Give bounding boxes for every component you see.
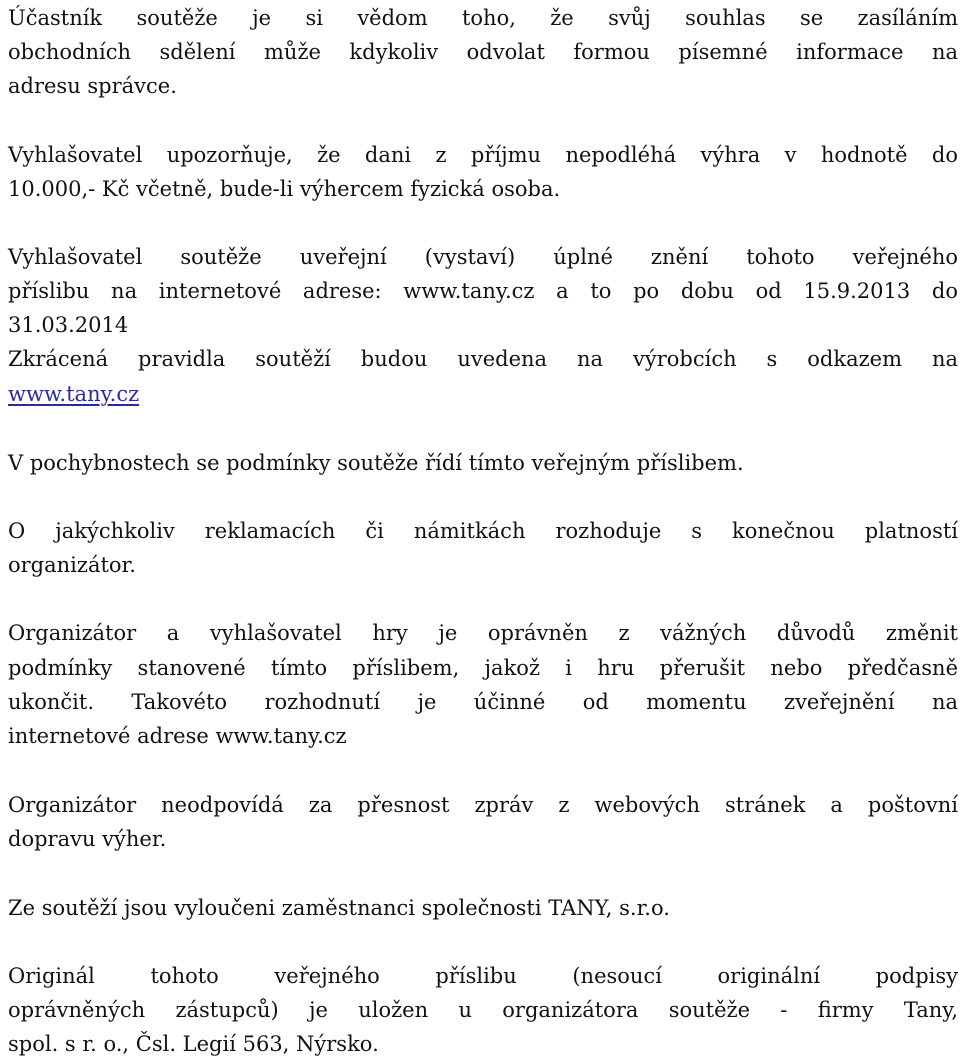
- text-line: ukončit. Takovéto rozhodnutí je účinné o…: [8, 690, 958, 714]
- tany-website-link[interactable]: www.tany.cz: [8, 382, 139, 406]
- text-line: příslibu na internetové adrese: www.tany…: [8, 279, 958, 303]
- text-line: V pochybnostech se podmínky soutěže řídí…: [8, 451, 744, 475]
- text-line: Ze soutěží jsou vyloučeni zaměstnanci sp…: [8, 896, 670, 920]
- text-line: O jakýchkoliv reklamacích či námitkách r…: [8, 519, 958, 543]
- text-line: Originál tohoto veřejného příslibu (neso…: [8, 964, 958, 988]
- text-line: podmínky stanovené tímto příslibem, jako…: [8, 656, 958, 680]
- text-line: Účastník soutěže je si vědom toho, že sv…: [8, 6, 958, 30]
- text-line: Zkrácená pravidla soutěží budou uvedena …: [8, 347, 958, 371]
- text-line: www.tany.cz: [8, 377, 139, 411]
- text-line: 31.03.2014: [8, 313, 129, 337]
- text-line: organizátor.: [8, 553, 136, 577]
- text-line: 10.000,- Kč včetně, bude-li výhercem fyz…: [8, 177, 561, 201]
- text-line: adresu správce.: [8, 74, 177, 98]
- text-line: oprávněných zástupců) je uložen u organi…: [8, 998, 958, 1022]
- text-line: Organizátor a vyhlašovatel hry je oprávn…: [8, 621, 958, 645]
- text-line: internetové adrese www.tany.cz: [8, 724, 347, 748]
- text-line: obchodních sdělení může kdykoliv odvolat…: [8, 40, 958, 64]
- text-line: dopravu výher.: [8, 827, 167, 851]
- text-line: Vyhlašovatel soutěže uveřejní (vystaví) …: [8, 245, 958, 269]
- text-line: Organizátor neodpovídá za přesnost zpráv…: [8, 793, 958, 817]
- text-line: spol. s r. o., Čsl. Legií 563, Nýrsko.: [8, 1032, 379, 1056]
- text-line: Vyhlašovatel upozorňuje, že dani z příjm…: [8, 143, 958, 167]
